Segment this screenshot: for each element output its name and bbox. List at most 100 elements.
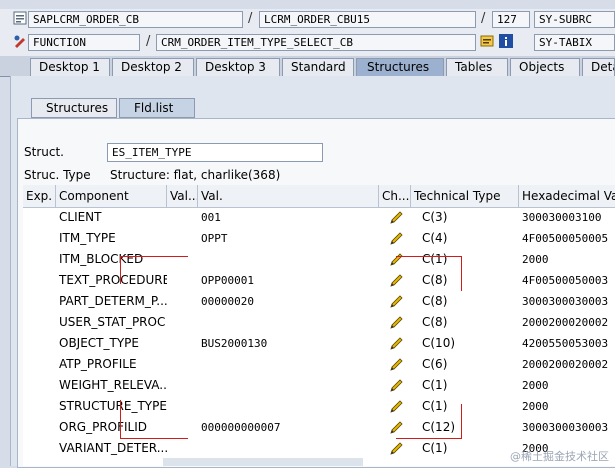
line-field[interactable]: 127 — [492, 11, 530, 28]
technical-type-cell: C(8) — [422, 315, 448, 329]
col-technical-type[interactable]: Technical Type — [411, 185, 519, 207]
annotation-line — [120, 400, 121, 438]
table-row[interactable]: CLIENT 001 C(3) 300030003100 — [23, 207, 615, 228]
tab-details[interactable]: Deta — [582, 58, 615, 76]
value-cell[interactable] — [198, 312, 379, 333]
annotation-line — [396, 256, 462, 257]
hex-value-cell: 2000200020002 — [522, 316, 609, 329]
value-cell[interactable]: OPPT — [198, 228, 379, 249]
col-value[interactable]: Val. — [198, 185, 379, 207]
component-cell: TEXT_PROCEDURE — [59, 273, 167, 287]
technical-type-cell: C(10) — [422, 336, 456, 350]
annotation-line — [461, 256, 462, 291]
pencil-icon[interactable] — [389, 336, 404, 351]
struct-type-label: Struc. Type — [24, 168, 91, 182]
info-icon[interactable] — [499, 34, 513, 48]
table-row[interactable]: ORG_PROFILID 000000000007 C(12) 30003000300… — [23, 417, 615, 438]
component-cell: USER_STAT_PROC — [59, 315, 166, 329]
pencil-icon[interactable] — [389, 441, 404, 456]
pencil-icon[interactable] — [389, 273, 404, 288]
tab-structures[interactable]: Structures — [356, 58, 444, 76]
separator: / — [481, 11, 486, 26]
tab-standard[interactable]: Standard — [282, 58, 354, 76]
table-row[interactable]: OBJECT_TYPE BUS2000130 C(10) 4200550053003 — [23, 333, 615, 354]
tab-objects[interactable]: Objects — [510, 58, 580, 76]
struct-type-value: Structure: flat, charlike(368) — [110, 168, 281, 182]
variable-field-1[interactable]: SY-SUBRC — [534, 11, 615, 28]
pencil-icon[interactable] — [389, 252, 404, 267]
component-cell: ITM_BLOCKED — [59, 252, 144, 266]
component-cell: VARIANT_DETER... — [59, 441, 167, 455]
event-name-field[interactable]: CRM_ORDER_ITEM_TYPE_SELECT_CB — [156, 34, 476, 51]
table-row[interactable]: ITM_TYPE OPPT C(4) 4F00500050005 — [23, 228, 615, 249]
value-cell[interactable]: OPP00001 — [198, 270, 379, 291]
component-cell: STRUCTURE_TYPE — [59, 399, 167, 413]
col-change[interactable]: Ch... — [379, 185, 411, 207]
pencil-icon[interactable] — [389, 294, 404, 309]
pencil-icon[interactable] — [389, 315, 404, 330]
component-cell: OBJECT_TYPE — [59, 336, 139, 350]
hex-value-cell: 300030003100 — [522, 211, 602, 224]
pencil-icon[interactable] — [389, 357, 404, 372]
pencil-icon[interactable] — [389, 231, 404, 246]
tab-desktop-2[interactable]: Desktop 2 — [112, 58, 194, 76]
technical-type-cell: C(3) — [422, 210, 448, 224]
annotation-line — [120, 438, 188, 439]
technical-type-cell: C(1) — [422, 441, 448, 455]
pencil-icon[interactable] — [389, 378, 404, 393]
col-component[interactable]: Component — [56, 185, 167, 207]
annotation-line — [461, 404, 462, 438]
value-cell[interactable] — [198, 354, 379, 375]
value-cell[interactable]: BUS2000130 — [198, 333, 379, 354]
component-cell: ORG_PROFILID — [59, 420, 148, 434]
table-row[interactable]: STRUCTURE_TYPE C(1) 2000 — [23, 396, 615, 417]
separator: / — [248, 11, 253, 26]
subtab-field-list[interactable]: Fld.list — [119, 98, 195, 118]
subtab-structures[interactable]: Structures — [31, 98, 117, 118]
include-field[interactable]: LCRM_ORDER_CBU15 — [259, 11, 476, 28]
tab-desktop-1[interactable]: Desktop 1 — [30, 58, 110, 76]
struct-name-field[interactable]: ES_ITEM_TYPE — [107, 143, 323, 162]
hex-value-cell: 4200550053003 — [522, 337, 609, 350]
pencil-icon[interactable] — [389, 210, 404, 225]
table-row[interactable]: PART_DETERM_P... 00000020 C(8) 300030003000… — [23, 291, 615, 312]
watchpoint-icon[interactable] — [480, 34, 494, 48]
program-field[interactable]: SAPLCRM_ORDER_CB — [28, 11, 243, 28]
value-cell[interactable]: 00000020 — [198, 291, 379, 312]
technical-type-cell: C(1) — [422, 399, 448, 413]
value-cell[interactable]: 001 — [198, 207, 379, 228]
table-row[interactable]: WEIGHT_RELEVA... C(1) 2000 — [23, 375, 615, 396]
value-cell[interactable] — [198, 396, 379, 417]
value-cell[interactable] — [198, 249, 379, 270]
table-row[interactable]: ITM_BLOCKED C(1) 2000 — [23, 249, 615, 270]
technical-type-cell: C(8) — [422, 294, 448, 308]
hex-value-cell: 2000 — [522, 379, 549, 392]
value-cell[interactable]: 000000000007 — [198, 417, 379, 438]
horizontal-scrollbar[interactable] — [163, 458, 363, 466]
hex-value-cell: 4F00500050005 — [522, 232, 609, 245]
function-icon — [14, 35, 25, 48]
grid-header: Exp. Component Val... Val. Ch... Technic… — [23, 185, 615, 208]
col-expand[interactable]: Exp. — [23, 185, 56, 207]
table-row[interactable]: TEXT_PROCEDURE OPP00001 C(8) 4F00500050003 — [23, 270, 615, 291]
desktop-tabstrip: Desktop 1 Desktop 2 Desktop 3 Standard S… — [0, 56, 615, 77]
tab-tables[interactable]: Tables — [446, 58, 508, 76]
hex-value-cell: 2000 — [522, 400, 549, 413]
table-row[interactable]: ATP_PROFILE C(6) 2000200020002 — [23, 354, 615, 375]
annotation-line — [120, 256, 121, 284]
pencil-icon[interactable] — [389, 399, 404, 414]
hex-value-cell: 3000300030003 — [522, 421, 609, 434]
table-row[interactable]: USER_STAT_PROC C(8) 2000200020002 — [23, 312, 615, 333]
hex-value-cell: 3000300030003 — [522, 295, 609, 308]
structures-panel: Structures Fld.list Struct. ES_ITEM_TYPE… — [10, 76, 615, 468]
value-cell[interactable] — [198, 375, 379, 396]
col-hex-value[interactable]: Hexadecimal Valu — [519, 185, 615, 207]
technical-type-cell: C(12) — [422, 420, 456, 434]
variable-field-2[interactable]: SY-TABIX — [534, 34, 615, 51]
tab-desktop-3[interactable]: Desktop 3 — [196, 58, 280, 76]
component-cell: WEIGHT_RELEVA... — [59, 378, 167, 392]
value-cell[interactable] — [198, 438, 379, 459]
event-type-field[interactable]: FUNCTION — [28, 34, 140, 51]
pencil-icon[interactable] — [389, 420, 404, 435]
col-value-short[interactable]: Val... — [167, 185, 198, 207]
